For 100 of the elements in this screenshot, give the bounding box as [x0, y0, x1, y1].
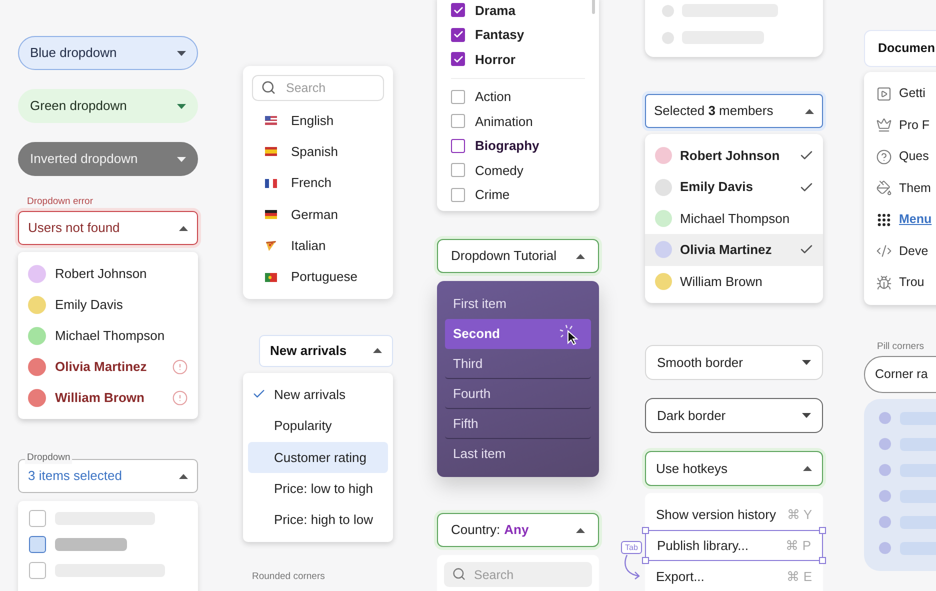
menu-item[interactable]: Olivia Martinez: [18, 351, 198, 382]
checkbox[interactable]: [451, 28, 465, 42]
menu-item[interactable]: Second: [445, 319, 591, 349]
menu-item[interactable]: Getti: [864, 78, 936, 110]
help-icon: [876, 148, 892, 165]
genre-item[interactable]: Biography: [451, 134, 585, 158]
member-item[interactable]: William Brown: [645, 266, 823, 297]
dropdown-button[interactable]: Country: Any: [437, 513, 599, 547]
language-item[interactable]: French: [252, 168, 384, 199]
shortcut-label: ⌘ Y: [786, 506, 812, 524]
menu-item[interactable]: Fifth: [445, 409, 591, 439]
search-icon: [261, 80, 276, 95]
menu-item[interactable]: Price: high to low: [248, 504, 388, 536]
member-item[interactable]: Michael Thompson: [645, 202, 823, 234]
menu-item[interactable]: Michael Thompson: [18, 320, 198, 351]
dropdown-button[interactable]: Users not found: [18, 211, 198, 245]
menu-item[interactable]: William Brown: [18, 382, 198, 413]
member-item[interactable]: Emily Davis: [645, 171, 823, 203]
selection-handle[interactable]: [642, 526, 649, 534]
search-field[interactable]: Search: [444, 562, 592, 587]
language-item[interactable]: German: [252, 198, 384, 230]
scrollbar-thumb[interactable]: [592, 0, 595, 14]
checkbox[interactable]: [451, 138, 465, 153]
dropdown-button[interactable]: Inverted dropdown: [18, 142, 198, 176]
language-item[interactable]: Portuguese: [252, 261, 384, 293]
menu-item[interactable]: Customer rating: [248, 442, 388, 473]
flag-icon: [265, 210, 277, 220]
selection-handle[interactable]: [642, 556, 649, 564]
menu-item[interactable]: New arrivals: [248, 378, 388, 410]
checkbox[interactable]: [451, 3, 465, 18]
check-icon: [452, 29, 464, 40]
checkbox[interactable]: [451, 163, 465, 178]
dropdown-button[interactable]: Use hotkeys: [645, 450, 823, 486]
language-item[interactable]: Italian: [252, 230, 384, 262]
menu-item[interactable]: Last item: [445, 439, 591, 469]
menu-item[interactable]: Deve: [864, 236, 936, 267]
menu-item[interactable]: Them: [864, 172, 936, 204]
dropdown-button[interactable]: Dark border: [645, 398, 823, 433]
member-item[interactable]: Robert Johnson: [645, 140, 823, 172]
key-hint: Tab: [621, 541, 642, 554]
dropdown-button[interactable]: Blue dropdown: [18, 36, 198, 70]
field-value: Any: [504, 521, 529, 540]
menu-item[interactable]: First item: [445, 289, 591, 319]
checkbox[interactable]: [29, 510, 46, 526]
menu-item[interactable]: Pro F: [864, 110, 936, 141]
dropdown-button[interactable]: Selected 3 members: [645, 94, 823, 128]
dropdown-button[interactable]: Smooth border: [645, 344, 823, 380]
language-item[interactable]: English: [252, 105, 384, 136]
menu-item[interactable]: Price: low to high: [248, 472, 388, 504]
search-field[interactable]: Search: [252, 75, 384, 101]
genre-item[interactable]: Drama: [451, 0, 585, 22]
genre-item[interactable]: Animation: [451, 109, 585, 134]
bug-icon: [876, 274, 892, 291]
dropdown-button[interactable]: Dropdown Tutorial: [437, 239, 599, 273]
dropdown-button[interactable]: New arrivals: [259, 334, 393, 367]
checkbox[interactable]: [29, 562, 46, 578]
paint-bucket-icon: [876, 180, 892, 196]
grid-dots-icon: [876, 212, 892, 228]
genre-item[interactable]: Fantasy: [451, 22, 585, 47]
menu-item[interactable]: Export... ⌘ E: [645, 560, 823, 591]
dropdown-button[interactable]: Corner ra: [864, 356, 936, 392]
user-name: Olivia Martinez: [55, 358, 148, 376]
menu-item[interactable]: Show version history ⌘ Y: [645, 498, 823, 530]
member-item[interactable]: Olivia Martinez: [645, 234, 823, 266]
menu-item[interactable]: Robert Johnson: [18, 258, 198, 289]
genre-item[interactable]: Horror: [451, 47, 585, 72]
flag-icon: [265, 178, 277, 188]
user-name: Michael Thompson: [55, 326, 166, 345]
shortcut-label: ⌘ P: [786, 536, 811, 555]
field-label: Dropdown error: [27, 196, 94, 208]
checkbox[interactable]: [451, 90, 465, 104]
checkbox[interactable]: [29, 536, 46, 552]
field-label: Country:: [451, 521, 500, 540]
menu-item[interactable]: Third: [445, 349, 591, 379]
genre-item[interactable]: Action: [451, 84, 585, 109]
dropdown-button[interactable]: Documen: [864, 30, 936, 67]
menu-item[interactable]: Popularity: [248, 410, 388, 442]
menu-item[interactable]: Publish library... ⌘ P: [645, 530, 823, 561]
dropdown-button[interactable]: Green dropdown: [18, 89, 198, 123]
check-icon: [452, 4, 464, 16]
genre-item[interactable]: Crime: [451, 182, 585, 207]
menu-item[interactable]: Menu: [864, 204, 936, 236]
checkbox[interactable]: [451, 188, 465, 202]
user-name: Emily Davis: [55, 296, 124, 314]
menu-item[interactable]: Trou: [864, 267, 936, 298]
selection-handle[interactable]: [819, 556, 826, 564]
menu-item[interactable]: Ques: [864, 141, 936, 172]
menu-item[interactable]: Emily Davis: [18, 289, 198, 320]
genre-item[interactable]: Comedy: [451, 158, 585, 182]
flag-icon: [265, 147, 277, 156]
menu-item[interactable]: Fourth: [445, 379, 591, 409]
shortcut-label: ⌘ E: [786, 568, 812, 586]
checkbox[interactable]: [451, 52, 465, 66]
crown-icon: [876, 117, 892, 134]
language-item[interactable]: Spanish: [252, 136, 384, 168]
checkbox[interactable]: [451, 114, 465, 128]
flag-icon: [265, 272, 277, 282]
placeholder-bar: [55, 538, 127, 550]
user-name: William Brown: [55, 388, 146, 407]
selection-handle[interactable]: [819, 526, 826, 534]
